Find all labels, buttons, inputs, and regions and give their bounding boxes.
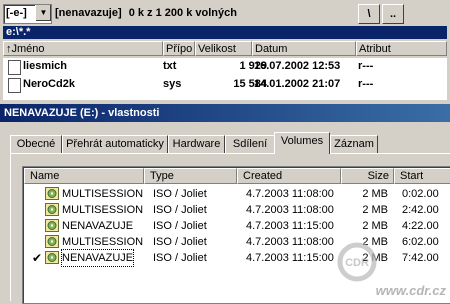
session-type: ISO / Joliet — [153, 188, 207, 200]
text-file-icon — [8, 60, 21, 75]
svg-text:CDR: CDR — [345, 257, 369, 269]
session-size: 2 MB — [362, 220, 388, 232]
column-start-header[interactable]: Start — [394, 168, 450, 184]
session-size: 2 MB — [362, 188, 388, 200]
checkmark-icon: ✔ — [32, 251, 43, 265]
session-name: MULTISESSION — [62, 204, 144, 216]
chevron-down-icon[interactable]: ▼ — [35, 5, 51, 21]
drive-info: [nenavazuje] 0 k z 1 200 k volných — [55, 7, 237, 19]
session-created: 4.7.2003 11:15:00 — [246, 252, 334, 264]
root-dir-button[interactable]: \ — [358, 4, 380, 24]
tab-hardware[interactable]: Hardware — [168, 135, 225, 154]
session-name: NENAVAZUJE — [60, 249, 135, 267]
tab-recording[interactable]: Záznam — [330, 135, 378, 154]
column-size-header[interactable]: Velikost — [195, 41, 252, 56]
session-row[interactable]: NENAVAZUJE ISO / Joliet 4.7.2003 11:15:00 2… — [24, 218, 450, 234]
session-type: ISO / Joliet — [153, 220, 207, 232]
file-row[interactable]: NeroCd2k sys 15 584 14.01.2002 21:07 r--… — [3, 76, 447, 93]
session-type: ISO / Joliet — [153, 204, 207, 216]
tab-sharing[interactable]: Sdílení — [225, 135, 275, 154]
cd-session-icon — [45, 203, 59, 216]
system-file-icon — [8, 78, 21, 93]
session-size: 2 MB — [362, 204, 388, 216]
drive-select-value: [-e-] — [6, 7, 27, 19]
column-name-header[interactable]: ↑Jméno — [3, 41, 163, 56]
current-path: e:\*.* — [3, 26, 447, 39]
column-size-header[interactable]: Size — [341, 168, 394, 184]
session-name: MULTISESSION — [62, 188, 144, 200]
tab-autoplay[interactable]: Přehrát automaticky — [62, 135, 168, 154]
session-row[interactable]: MULTISESSION ISO / Joliet 4.7.2003 11:08:0… — [24, 186, 450, 202]
cd-session-icon — [45, 219, 59, 232]
cd-session-icon — [45, 187, 59, 200]
session-created: 4.7.2003 11:08:00 — [246, 204, 334, 216]
file-name: NeroCd2k — [23, 78, 75, 90]
tab-volumes[interactable]: Volumes — [274, 132, 330, 154]
file-attr: r--- — [358, 60, 374, 72]
column-attr-header[interactable]: Atribut — [356, 41, 447, 56]
column-date-header[interactable]: Datum — [252, 41, 356, 56]
volumes-list-header: Name Type Created Size Start — [24, 168, 450, 184]
drive-label: [nenavazuje] — [55, 7, 122, 19]
watermark-url: www.cdr.cz — [375, 283, 446, 298]
session-type: ISO / Joliet — [153, 252, 207, 264]
cd-session-icon — [45, 235, 59, 248]
file-row[interactable]: liesmich txt 1 929 16.07.2002 12:53 r--- — [3, 58, 447, 75]
session-start: 2:42.00 — [402, 204, 439, 216]
drive-select[interactable]: [-e-] ▼ — [3, 4, 52, 24]
session-name: NENAVAZUJE — [62, 220, 134, 232]
file-ext: txt — [163, 60, 177, 72]
session-type: ISO / Joliet — [153, 236, 207, 248]
session-start: 6:02.00 — [402, 236, 439, 248]
session-row[interactable]: MULTISESSION ISO / Joliet 4.7.2003 11:08:0… — [24, 234, 450, 250]
file-manager-panel: [-e-] ▼ [nenavazuje] 0 k z 1 200 k volný… — [0, 0, 450, 102]
session-row[interactable]: MULTISESSION ISO / Joliet 4.7.2003 11:08:0… — [24, 202, 450, 218]
column-ext-header[interactable]: Přípo — [163, 41, 195, 56]
file-list: liesmich txt 1 929 16.07.2002 12:53 r---… — [3, 58, 447, 100]
free-space-text: 0 k z 1 200 k volných — [128, 7, 237, 19]
session-created: 4.7.2003 11:15:00 — [246, 220, 334, 232]
session-start: 7:42.00 — [402, 252, 439, 264]
cdr-logo-watermark: CDR — [337, 242, 377, 282]
file-date: 14.01.2002 21:07 — [254, 78, 341, 90]
session-created: 4.7.2003 11:08:00 — [246, 236, 334, 248]
session-row[interactable]: ✔ NENAVAZUJE ISO / Joliet 4.7.2003 11:15:00… — [24, 249, 450, 267]
file-list-header: ↑Jméno Přípo Velikost Datum Atribut — [3, 41, 447, 57]
column-created-header[interactable]: Created — [237, 168, 341, 184]
file-name: liesmich — [23, 60, 68, 72]
file-date: 16.07.2002 12:53 — [254, 60, 341, 72]
dialog-title[interactable]: NENAVAZUJE (E:) - vlastnosti — [0, 104, 450, 122]
parent-dir-button[interactable]: .. — [382, 4, 404, 24]
column-type-header[interactable]: Type — [144, 168, 237, 184]
column-name-header[interactable]: Name — [24, 168, 144, 184]
tab-general[interactable]: Obecné — [10, 135, 62, 154]
session-start: 4:22.00 — [402, 220, 439, 232]
file-ext: sys — [163, 78, 182, 90]
cd-session-icon — [45, 251, 59, 264]
file-attr: r--- — [358, 78, 374, 90]
session-created: 4.7.2003 11:08:00 — [246, 188, 334, 200]
properties-dialog: NENAVAZUJE (E:) - vlastnosti Obecné Přeh… — [0, 102, 450, 304]
session-start: 0:02.00 — [402, 188, 439, 200]
session-name: MULTISESSION — [62, 236, 144, 248]
